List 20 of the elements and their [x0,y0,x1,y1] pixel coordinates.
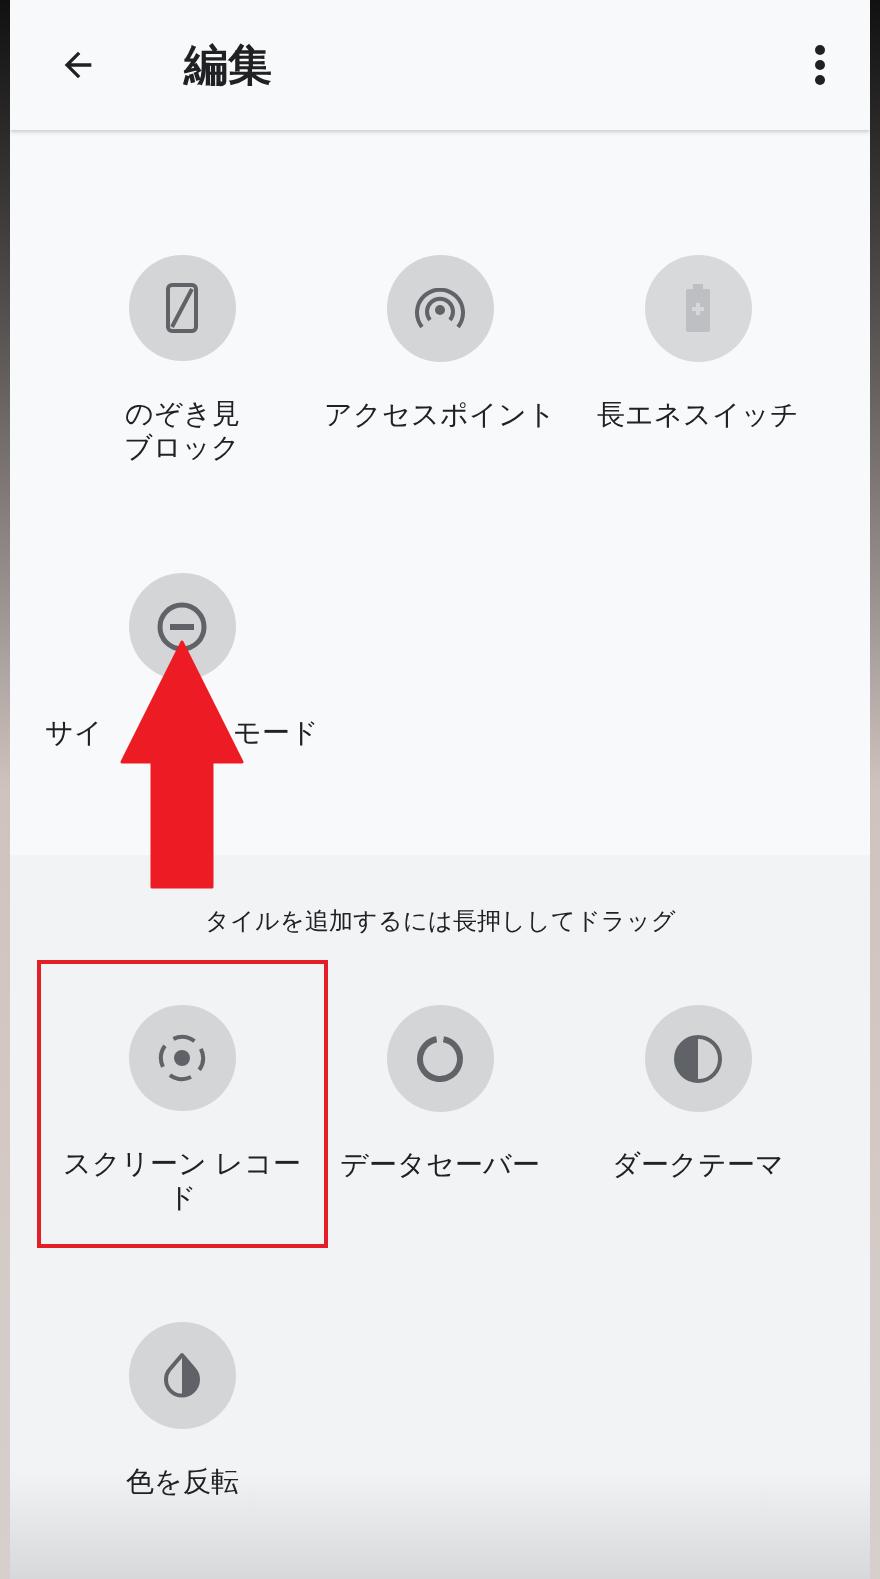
tile-label: アクセスポイント [324,398,556,432]
tile-label: 色を反転 [125,1465,239,1499]
hotspot-icon [415,287,465,330]
tile-label: のぞき見 [124,397,240,431]
drop-icon [162,1351,202,1400]
hint-text: タイルを追加するには長押ししてドラッグ [203,906,677,936]
screen-record-icon [156,1032,208,1084]
half-circle-icon [672,1032,724,1085]
battery-plus-icon [684,283,712,334]
tile-label: サイ [45,716,103,750]
page-title: 編集 [184,39,272,91]
tile-label: データセーバー [340,1148,540,1182]
tile-label: 長エネスイッチ [597,398,799,432]
more-options-icon [814,44,826,86]
tile-label: スクリーン レコード [62,1147,302,1215]
tile-label: ダークテーマ [612,1148,784,1182]
tile-label: ブロック [124,431,240,465]
minus-circle-icon [156,600,208,653]
phone-slash-icon [166,283,198,333]
tile-label: モード [233,716,319,750]
